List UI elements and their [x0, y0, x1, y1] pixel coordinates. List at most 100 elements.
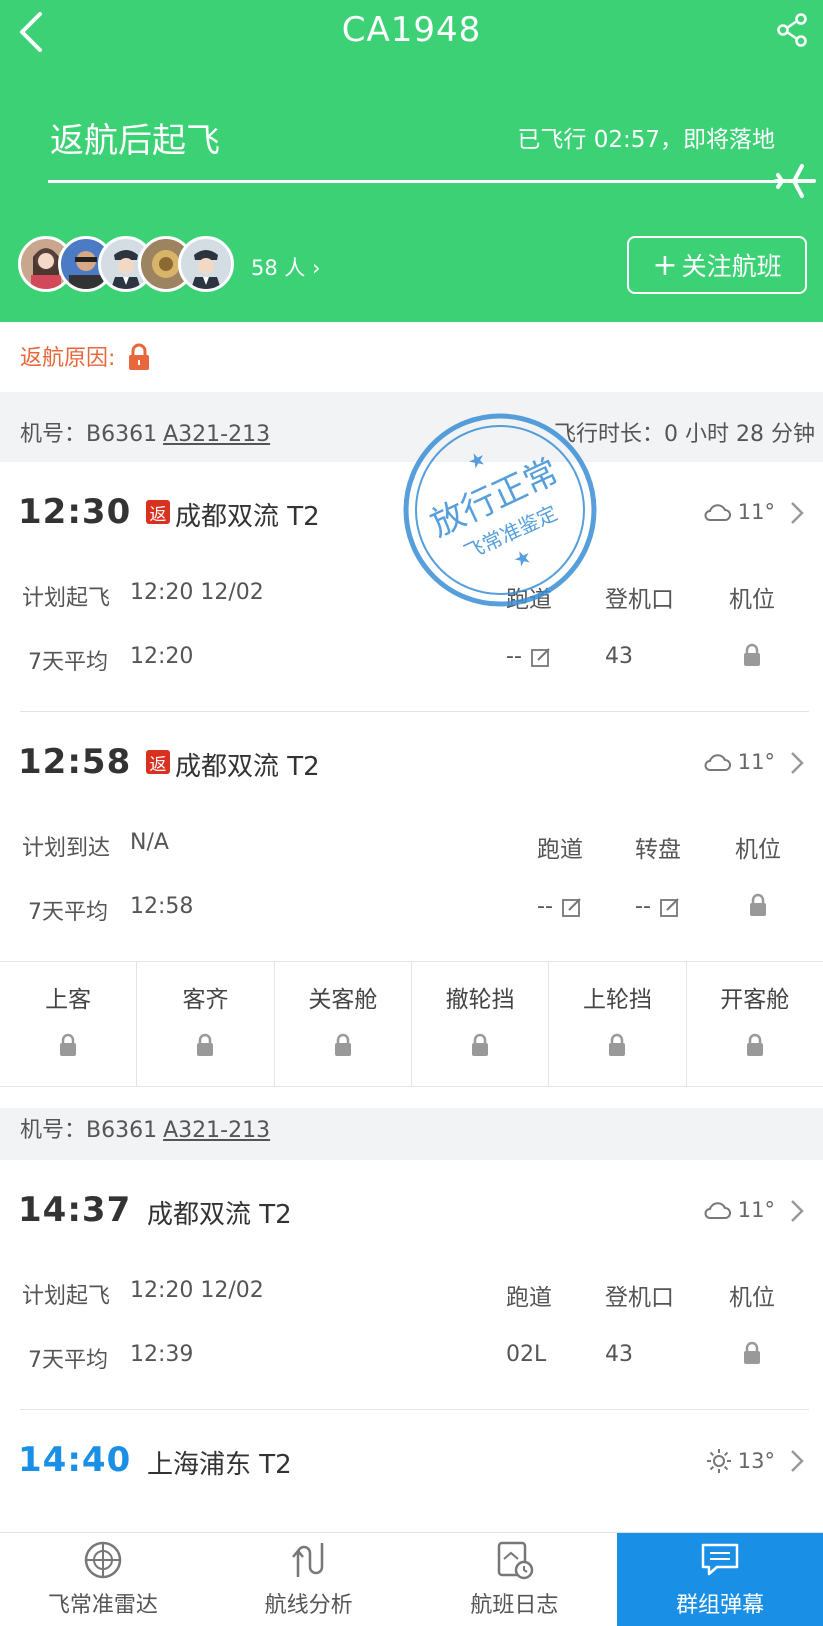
share-icon[interactable]	[774, 12, 810, 48]
edit-icon[interactable]	[530, 646, 552, 668]
avg-value: 12:39	[130, 1342, 194, 1367]
tab-group-chat[interactable]: 群组弹幕	[617, 1533, 823, 1626]
gate-value: 43	[605, 1342, 633, 1367]
airport-name: 成都双流 T2	[175, 752, 320, 782]
arrival-time: 12:58	[18, 742, 132, 782]
milestone-door-open[interactable]: 开客舱	[687, 962, 823, 1086]
avg-label: 7天平均	[28, 1348, 108, 1373]
runway-value[interactable]: --	[537, 894, 583, 919]
gate-header: 登机口	[605, 587, 674, 613]
carousel-header: 转盘	[635, 837, 681, 863]
stand-header: 机位	[729, 587, 775, 613]
follow-flight-label: 关注航班	[681, 252, 782, 281]
cloud-icon	[704, 754, 731, 771]
followers-count-label: 58 人	[251, 256, 306, 280]
aircraft-registration: 机号：B6361 A321-213	[20, 1112, 270, 1144]
aircraft-info-row: 机号：B6361 A321-213 飞行时长：0 小时 28 分钟	[0, 392, 823, 462]
milestone-label: 客齐	[182, 987, 229, 1013]
follower-avatars[interactable]	[18, 236, 234, 294]
chevron-right-icon	[791, 502, 804, 524]
airport-name: 上海浦东 T2	[147, 1450, 292, 1480]
temperature: 13°	[737, 1449, 775, 1473]
carousel-text: --	[635, 894, 651, 919]
cloud-icon	[704, 1202, 731, 1219]
return-badge: 返	[146, 750, 170, 775]
weather: 13°	[706, 1448, 775, 1474]
radar-icon	[84, 1541, 122, 1579]
departure-time: 12:30	[18, 492, 132, 532]
scheduled-label: 计划到达	[22, 836, 111, 861]
lock-icon[interactable]	[747, 892, 769, 918]
followers-count[interactable]: 58 人 ›	[251, 252, 321, 282]
return-badge: 返	[146, 500, 170, 525]
edit-icon[interactable]	[561, 896, 583, 918]
tab-radar[interactable]: 飞常准雷达	[0, 1533, 206, 1626]
avatar	[178, 236, 234, 292]
runway-header: 跑道	[506, 1285, 552, 1311]
arrival-leg-1[interactable]: 12:58 返 成都双流 T2 11° 计划到达 N/A 跑道 转盘 机位 7天…	[0, 712, 823, 961]
milestone-label: 撤轮挡	[445, 987, 515, 1013]
edit-icon[interactable]	[659, 896, 681, 918]
lock-icon	[197, 1033, 214, 1056]
arrival-leg-2[interactable]: 14:40 上海浦东 T2 13°	[0, 1410, 823, 1532]
return-reason-row: 返航原因:	[0, 322, 823, 392]
runway-header: 跑道	[506, 587, 552, 613]
chevron-right-icon	[791, 752, 804, 774]
carousel-value[interactable]: --	[635, 894, 681, 919]
flight-status: 返航后起飞	[50, 121, 220, 161]
departure-time: 14:37	[18, 1190, 132, 1230]
lock-icon	[334, 1033, 351, 1056]
aircraft-model-link[interactable]: A321-213	[163, 422, 270, 447]
weather: 11°	[702, 1198, 775, 1222]
lock-icon[interactable]	[741, 1340, 763, 1366]
weather: 11°	[702, 750, 775, 774]
runway-value[interactable]: --	[506, 644, 552, 669]
stand-header: 机位	[735, 837, 781, 863]
milestone-grid: 上客 客齐 关客舱 撤轮挡 上轮挡 开客舱	[0, 961, 823, 1087]
departure-leg-1[interactable]: 12:30 返 成都双流 T2 11° 计划起飞 12:20 12/02 跑道 …	[0, 462, 823, 712]
avg-value: 12:20	[130, 644, 194, 669]
milestone-label: 上轮挡	[582, 987, 652, 1013]
follow-flight-button[interactable]: + 关注航班	[627, 236, 807, 294]
bottom-tab-bar: 飞常准雷达 航线分析 航班日志 群组弹幕	[0, 1532, 823, 1626]
flight-elapsed: 已飞行 02:57，即将落地	[517, 127, 775, 153]
aircraft-info-row: 机号：B6361 A321-213	[0, 1108, 823, 1160]
tab-label: 群组弹幕	[676, 1593, 765, 1618]
lock-icon[interactable]	[126, 342, 152, 372]
milestone-label: 上客	[45, 987, 92, 1013]
gate-header: 登机口	[605, 1285, 674, 1311]
gate-value: 43	[605, 644, 633, 669]
avg-value: 12:58	[130, 894, 194, 919]
log-icon	[498, 1541, 534, 1580]
lock-icon[interactable]	[741, 642, 763, 668]
flight-duration: 飞行时长：0 小时 28 分钟	[554, 422, 815, 447]
milestone-chocks-off[interactable]: 撤轮挡	[412, 962, 550, 1086]
runway-value: 02L	[506, 1342, 547, 1367]
avg-label: 7天平均	[28, 650, 108, 675]
plus-icon: +	[652, 247, 678, 283]
aircraft-registration: 机号：B6361 A321-213	[20, 416, 270, 448]
tab-flight-log[interactable]: 航班日志	[412, 1533, 618, 1626]
temperature: 11°	[737, 500, 775, 524]
lock-icon	[60, 1033, 77, 1056]
runway-text: --	[506, 644, 522, 669]
airplane-icon	[774, 164, 816, 198]
milestone-door-closed[interactable]: 关客舱	[275, 962, 412, 1086]
milestone-chocks-on[interactable]: 上轮挡	[549, 962, 687, 1086]
flight-progress-bar	[48, 180, 788, 183]
milestone-label: 开客舱	[720, 987, 790, 1013]
tab-route-analysis[interactable]: 航线分析	[206, 1533, 412, 1626]
cloud-icon	[704, 504, 731, 521]
aircraft-model-link[interactable]: A321-213	[163, 1118, 270, 1143]
chevron-right-icon: ›	[312, 256, 321, 280]
milestone-boarded[interactable]: 客齐	[137, 962, 275, 1086]
departure-leg-2[interactable]: 14:37 成都双流 T2 11° 计划起飞 12:20 12/02 跑道 登机…	[0, 1160, 823, 1410]
milestone-boarding[interactable]: 上客	[0, 962, 138, 1086]
tab-label: 航线分析	[264, 1593, 353, 1618]
airport-name: 成都双流 T2	[175, 502, 320, 532]
chevron-right-icon	[791, 1450, 804, 1472]
aircraft-reg-text: 机号：B6361	[20, 422, 158, 447]
chat-icon	[701, 1543, 739, 1576]
airport-name: 成都双流 T2	[147, 1200, 292, 1230]
scheduled-value: 12:20 12/02	[130, 580, 264, 605]
